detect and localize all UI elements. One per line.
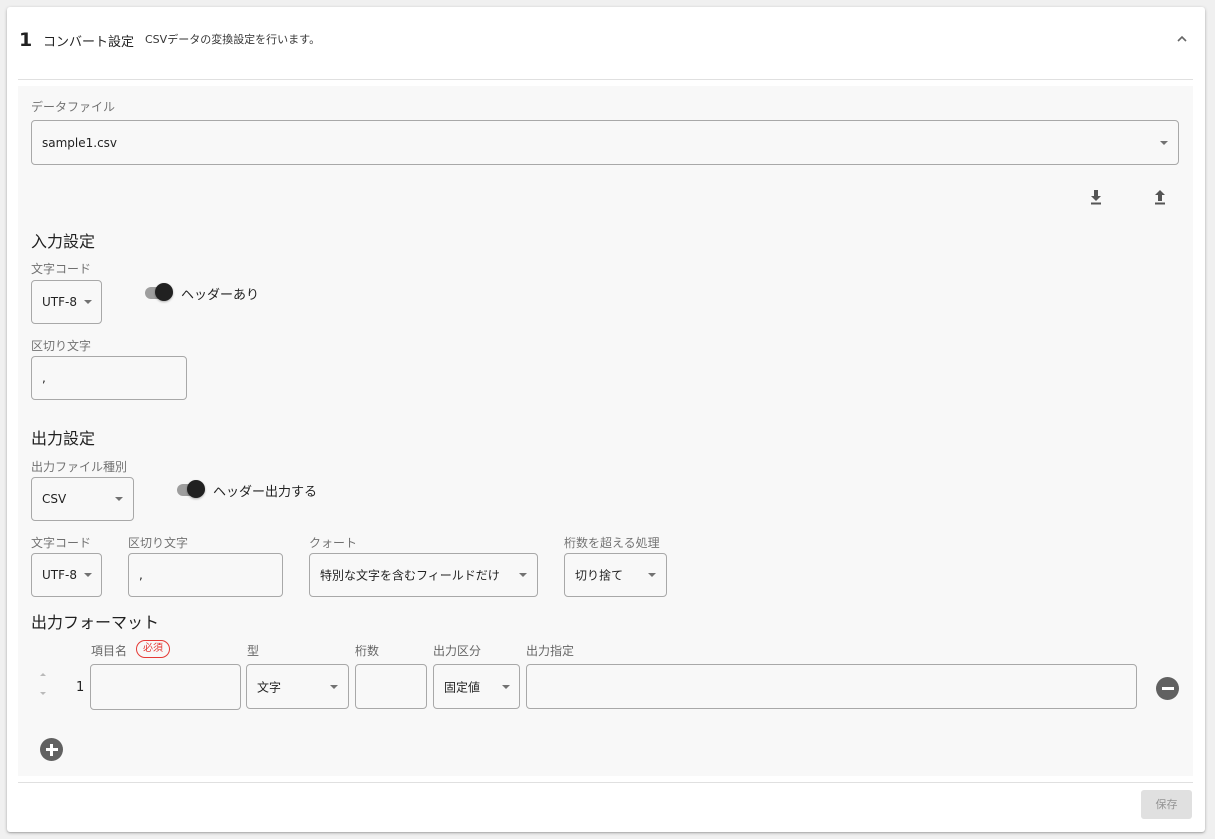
column-name-label: 項目名 [91, 644, 128, 658]
output-kind-value: 固定値 [444, 680, 481, 694]
step-number: 1 [19, 29, 33, 51]
data-file-value: sample1.csv [42, 135, 118, 150]
convert-settings-card: 1 コンバート設定 CSVデータの変換設定を行います。 データファイル samp… [7, 7, 1205, 832]
data-file-label: データファイル [31, 100, 116, 114]
output-settings-title: 出力設定 [31, 429, 96, 448]
step-title: コンバート設定 [43, 35, 135, 50]
output-spec-field[interactable] [526, 664, 1137, 709]
input-encoding-select[interactable]: UTF-8 [31, 280, 102, 324]
add-circle-icon[interactable] [40, 738, 63, 761]
item-name-field[interactable] [90, 664, 241, 710]
divider-top [18, 79, 1193, 80]
toggle-thumb [155, 283, 173, 301]
chevron-up-icon[interactable] [1174, 31, 1190, 47]
chevron-down-icon [1160, 140, 1168, 145]
quote-value: 特別な文字を含むフィールドだけ [320, 568, 500, 583]
data-file-select[interactable]: sample1.csv [31, 120, 1179, 165]
input-encoding-label: 文字コード [31, 262, 92, 276]
type-value: 文字 [257, 680, 282, 694]
column-output-kind-label: 出力区分 [433, 644, 482, 658]
digits-field[interactable] [355, 664, 427, 709]
output-encoding-label: 文字コード [31, 536, 92, 550]
quote-label: クォート [309, 536, 358, 550]
output-format-title: 出力フォーマット [31, 613, 160, 632]
input-delimiter-field[interactable]: , [31, 356, 187, 400]
remove-circle-icon[interactable] [1156, 677, 1179, 700]
toggle-thumb [187, 480, 205, 498]
output-delimiter-field[interactable]: , [128, 553, 283, 597]
output-file-type-label: 出力ファイル種別 [31, 460, 128, 474]
chevron-down-icon [648, 573, 656, 577]
input-header-toggle-label: ヘッダーあり [181, 288, 260, 303]
chevron-down-icon [330, 684, 338, 689]
input-settings-title: 入力設定 [31, 232, 96, 251]
step-header[interactable]: 1 コンバート設定 CSVデータの変換設定を行います。 [7, 7, 1205, 71]
output-file-type-value: CSV [42, 492, 67, 506]
input-delimiter-value: , [42, 371, 46, 385]
chevron-down-icon [84, 573, 92, 577]
output-delimiter-value: , [139, 568, 143, 582]
column-output-spec-label: 出力指定 [526, 644, 575, 658]
overflow-value: 切り捨て [575, 568, 624, 583]
input-delimiter-label: 区切り文字 [31, 339, 92, 353]
output-delimiter-label: 区切り文字 [128, 536, 189, 550]
overflow-select[interactable]: 切り捨て [564, 553, 667, 597]
arrow-up-icon[interactable] [38, 670, 48, 678]
chevron-down-icon [519, 573, 527, 577]
input-encoding-value: UTF-8 [42, 295, 77, 309]
download-icon[interactable] [1088, 188, 1104, 206]
column-type-label: 型 [247, 644, 260, 658]
output-encoding-value: UTF-8 [42, 568, 77, 582]
arrow-down-icon[interactable] [38, 690, 48, 698]
chevron-down-icon [84, 300, 92, 304]
output-encoding-select[interactable]: UTF-8 [31, 553, 102, 597]
save-button[interactable]: 保存 [1141, 790, 1192, 819]
chevron-down-icon [502, 684, 510, 689]
step-description: CSVデータの変換設定を行います。 [145, 33, 321, 46]
type-select[interactable]: 文字 [246, 664, 349, 709]
output-file-type-select[interactable]: CSV [31, 477, 134, 521]
row-index: 1 [76, 680, 85, 695]
output-header-toggle-label: ヘッダー出力する [213, 485, 318, 500]
add-bar-vertical [50, 743, 53, 756]
chevron-down-icon [115, 497, 123, 501]
remove-bar [1161, 687, 1174, 690]
divider-bottom [18, 782, 1193, 783]
input-header-toggle[interactable] [143, 283, 175, 303]
output-header-toggle[interactable] [175, 480, 207, 500]
required-badge: 必須 [136, 640, 170, 658]
upload-icon[interactable] [1152, 188, 1168, 206]
overflow-label: 桁数を超える処理 [564, 536, 660, 550]
output-kind-select[interactable]: 固定値 [433, 664, 520, 709]
column-digits-label: 桁数 [355, 644, 380, 658]
settings-panel: データファイル sample1.csv 入力設定 文字コード UTF-8 ヘッダ… [18, 86, 1193, 776]
quote-select[interactable]: 特別な文字を含むフィールドだけ [309, 553, 538, 597]
